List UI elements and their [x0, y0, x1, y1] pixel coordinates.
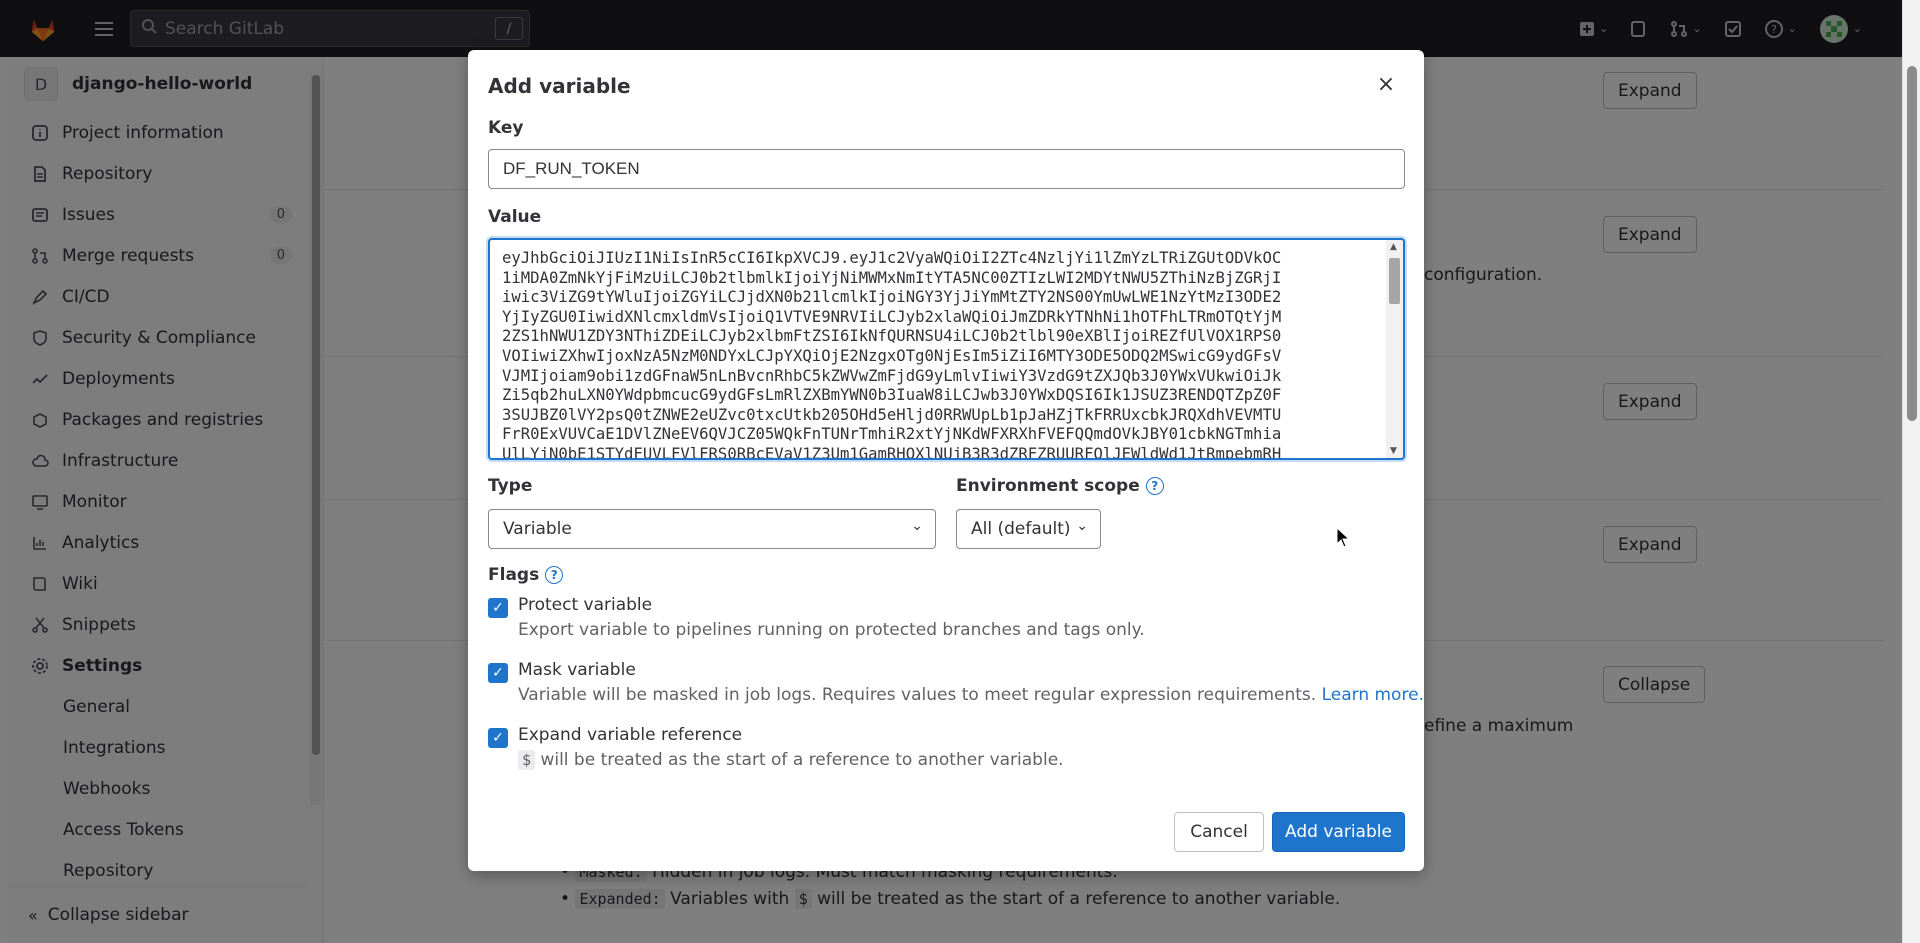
mask-variable-desc-line: Variable will be masked in job logs. Req…: [518, 685, 1424, 705]
type-select[interactable]: Variable ⌄: [488, 509, 936, 549]
mouse-cursor: [1336, 527, 1351, 548]
add-variable-button[interactable]: Add variable: [1272, 812, 1405, 852]
expand-variable-checkbox[interactable]: ✓: [488, 728, 508, 748]
protect-variable-title: Protect variable: [518, 595, 653, 615]
value-label: Value: [488, 207, 542, 227]
mask-variable-checkbox[interactable]: ✓: [488, 663, 508, 683]
expand-variable-desc-line: $ will be treated as the start of a refe…: [518, 750, 1064, 770]
value-line: VOIiwiZXhwIjoxNzA5NzM0NDYxLCJpYXQiOjE2Nz…: [502, 346, 1282, 365]
value-textarea[interactable]: eyJhbGciOiJIUzI1NiIsInR5cCI6IkpXVCJ9.eyJ…: [488, 238, 1405, 460]
type-label: Type: [488, 476, 533, 496]
chevron-down-icon: ⌄: [911, 518, 923, 534]
value-scrollbar[interactable]: ▲ ▼: [1386, 240, 1403, 458]
key-input[interactable]: [488, 149, 1405, 189]
protect-variable-checkbox[interactable]: ✓: [488, 598, 508, 618]
expand-variable-title: Expand variable reference: [518, 725, 743, 745]
environment-scope-text: Environment scope: [956, 476, 1140, 496]
flags-label: Flags ?: [488, 565, 564, 585]
close-icon[interactable]: ×: [1372, 70, 1400, 98]
mask-variable-title: Mask variable: [518, 660, 636, 680]
expand-variable-desc: will be treated as the start of a refere…: [540, 750, 1064, 770]
environment-scope-dropdown[interactable]: All (default) ⌄: [956, 509, 1101, 549]
value-line: 2ZS1hNWU1ZDY3NThiZDEiLCJyb2xlbmFtZSI6IkN…: [502, 327, 1282, 346]
dollar-code: $: [518, 750, 536, 770]
add-variable-modal: Add variable × Key Value eyJhbGciOiJIUzI…: [468, 50, 1424, 871]
help-icon[interactable]: ?: [545, 566, 564, 584]
value-line: 3SUJBZ0lVY2psQ0tZNWE2eUZvc0txcUtkb205OHd…: [502, 405, 1282, 424]
value-line: UlLYjN0bE1STYdFUVLFVlFRS0RBcEVaV1Z3Um1Ga…: [502, 444, 1282, 460]
chevron-down-icon: ⌄: [1076, 518, 1088, 534]
value-line: 1iMDA0ZmNkYjFiMzUiLCJ0b2tlbmlkIjoiYjNiMW…: [502, 268, 1282, 287]
learn-more-link[interactable]: Learn more.: [1322, 685, 1424, 705]
value-line: FrR0ExVUVCaE1DVlZNeEV6QVJCZ05WQkFnTUNrTm…: [502, 425, 1282, 444]
protect-variable-desc: Export variable to pipelines running on …: [518, 620, 1145, 640]
value-line: VJMIjoiam9obi1zdGFnaW5nLnBvcnRhbC5kZWVwZ…: [502, 366, 1282, 385]
cancel-button[interactable]: Cancel: [1174, 812, 1264, 852]
type-select-value: Variable: [503, 519, 572, 539]
environment-scope-label: Environment scope ?: [956, 476, 1164, 496]
value-line: eyJhbGciOiJIUzI1NiIsInR5cCI6IkpXVCJ9.eyJ…: [502, 249, 1282, 267]
value-line: Zi5qb2huLXN0YWdpbmcucG9ydGFsLmRlZXBmYWN0…: [502, 386, 1282, 405]
value-text: eyJhbGciOiJIUzI1NiIsInR5cCI6IkpXVCJ9.eyJ…: [502, 249, 1374, 460]
page-scrollbar[interactable]: [1902, 0, 1920, 943]
key-label: Key: [488, 118, 524, 138]
environment-scope-value: All (default): [971, 519, 1071, 539]
help-icon[interactable]: ?: [1145, 477, 1164, 495]
modal-title: Add variable: [488, 74, 631, 98]
value-line: YjIyZGU0IiwidXNlcmxldmVsIjoiQ1VTVE9NRVIi…: [502, 307, 1282, 326]
mask-variable-desc: Variable will be masked in job logs. Req…: [518, 685, 1317, 705]
value-line: iwic3ViZG9tYWluIjoiZGYiLCJjdXN0b21lcmlkI…: [502, 288, 1282, 307]
flags-text: Flags: [488, 565, 540, 585]
